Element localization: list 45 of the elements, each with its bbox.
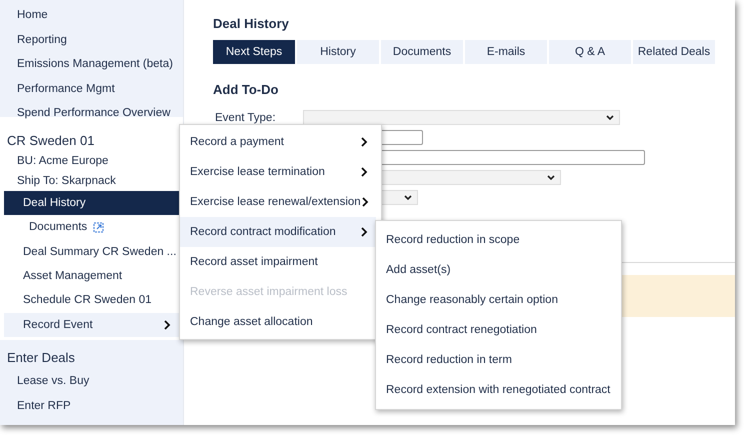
chevron-right-icon [360, 137, 368, 147]
nav-link[interactable]: Emissions Management (beta) [0, 52, 183, 76]
section-title: Add To-Do [213, 82, 280, 97]
external-link-icon [93, 222, 104, 233]
nav-link[interactable]: Performance Mgmt [0, 76, 183, 101]
menu-item[interactable]: Record contract renegotiation [376, 315, 621, 345]
field-label: Event Type: [215, 112, 277, 124]
menu-item[interactable]: Record contract modification [180, 217, 376, 247]
page-title: Deal History [213, 16, 290, 31]
deal-title: CR Sweden 01 [6, 132, 96, 150]
tab[interactable]: E-mails [465, 40, 547, 64]
tab[interactable]: Next Steps [213, 40, 295, 64]
nav-link[interactable]: Home [0, 3, 183, 28]
tab[interactable]: History [297, 40, 379, 64]
caret-down-icon [404, 194, 412, 200]
menu-item[interactable]: Record reduction in scope [376, 225, 621, 255]
menu-item[interactable]: Exercise lease renewal/extension [180, 187, 376, 217]
menu-item[interactable]: Exercise lease termination [180, 157, 376, 187]
chevron-right-icon [360, 167, 368, 177]
menu-item[interactable]: Record reduction in term [376, 345, 621, 375]
sidebar-item[interactable]: Documents [4, 215, 183, 240]
tab[interactable]: Q & A [549, 40, 631, 64]
menu-item[interactable]: Record a payment [180, 127, 376, 157]
menu-item[interactable]: Change reasonably certain option [376, 285, 621, 315]
menu-item[interactable]: Record extension with renegotiated contract [376, 375, 621, 405]
chevron-right-icon [163, 320, 171, 330]
menu-item[interactable]: Record asset impairment [180, 247, 376, 277]
sidebar-item[interactable]: Schedule CR Sweden 01 [4, 288, 183, 313]
nav-link[interactable]: Reporting [0, 28, 183, 52]
tab[interactable]: Documents [381, 40, 463, 64]
tab[interactable]: Related Deals [633, 40, 715, 64]
chevron-right-icon [360, 197, 369, 207]
menu-item[interactable]: Change asset allocation [180, 307, 376, 337]
menu-item[interactable]: Add asset(s) [376, 255, 621, 285]
chevron-right-icon [360, 227, 368, 237]
nav-link[interactable]: Spend Performance Overview [0, 101, 183, 126]
sidebar-item[interactable]: Deal Summary CR Sweden ... [4, 240, 183, 264]
section-title: Enter Deals [6, 349, 76, 367]
nav-link[interactable]: Lease vs. Buy [0, 369, 183, 394]
nav-link[interactable]: Enter RFP [0, 394, 183, 418]
deal-info: Ship To: Skarpnack [16, 174, 117, 188]
deal-info: BU: Acme Europe [16, 154, 110, 169]
sidebar-item[interactable]: Asset Management [4, 264, 183, 288]
caret-down-icon [547, 174, 555, 180]
caret-down-icon [606, 114, 614, 120]
